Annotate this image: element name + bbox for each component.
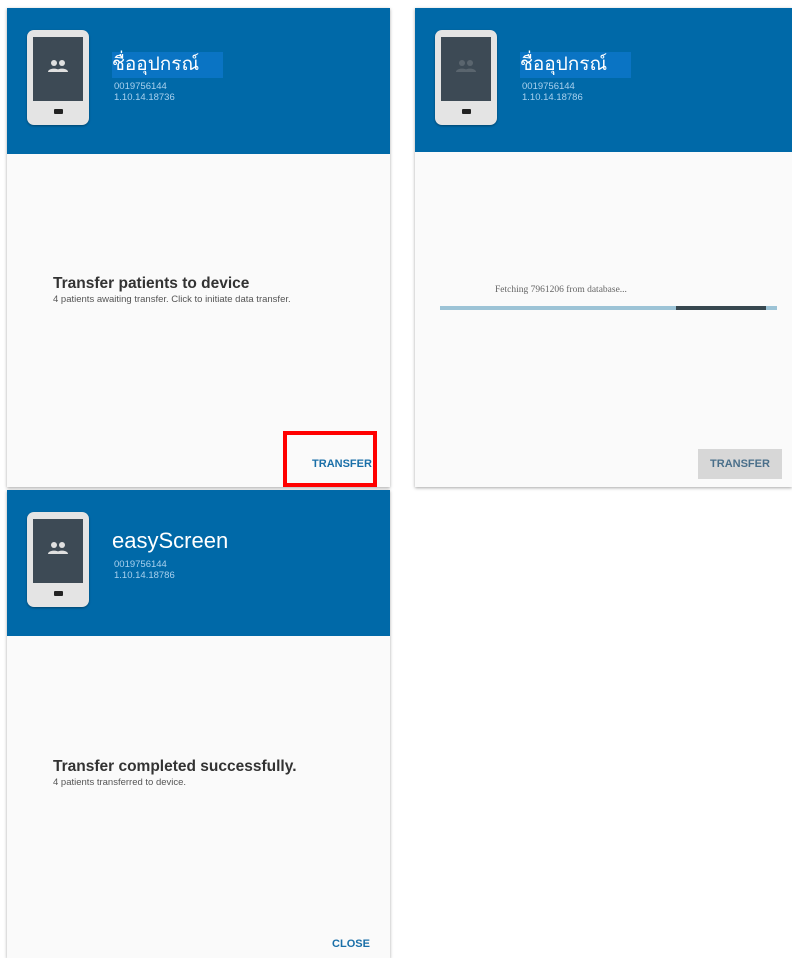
device-serial: 0019756144 xyxy=(114,559,167,570)
dialog-title: Transfer patients to device xyxy=(53,275,250,292)
device-serial: 0019756144 xyxy=(114,81,167,92)
progress-bar xyxy=(440,306,777,310)
dialog-header: ชื่ออุปกรณ์ 0019756144 1.10.14.18736 xyxy=(7,8,390,154)
device-version: 1.10.14.18786 xyxy=(114,570,175,581)
transfer-button-disabled[interactable]: TRANSFER xyxy=(698,449,782,479)
transfer-complete-dialog: easyScreen 0019756144 1.10.14.18786 Tran… xyxy=(7,490,390,958)
transfer-prompt-dialog: ชื่ออุปกรณ์ 0019756144 1.10.14.18736 Tra… xyxy=(7,8,390,487)
device-name: easyScreen xyxy=(112,528,229,553)
dialog-title: Transfer completed successfully. xyxy=(53,758,297,775)
fetch-status: Fetching 7961206 from database... xyxy=(495,285,627,295)
device-version: 1.10.14.18736 xyxy=(114,92,175,103)
transfer-progress-dialog: ชื่ออุปกรณ์ 0019756144 1.10.14.18786 Fet… xyxy=(415,8,792,487)
people-icon xyxy=(48,542,68,554)
dialog-header: easyScreen 0019756144 1.10.14.18786 xyxy=(7,490,390,636)
close-button[interactable]: CLOSE xyxy=(326,929,376,958)
dialog-header: ชื่ออุปกรณ์ 0019756144 1.10.14.18786 xyxy=(415,8,792,152)
dialog-subtitle: 4 patients transferred to device. xyxy=(53,777,187,788)
people-icon xyxy=(48,60,68,72)
device-icon xyxy=(27,512,89,607)
device-icon xyxy=(27,30,89,125)
device-version: 1.10.14.18786 xyxy=(522,92,583,103)
device-name: ชื่ออุปกรณ์ xyxy=(112,52,224,78)
people-icon xyxy=(456,60,476,72)
device-name: ชื่ออุปกรณ์ xyxy=(520,52,632,78)
highlight-box xyxy=(283,431,377,487)
device-icon xyxy=(435,30,497,125)
dialog-subtitle: 4 patients awaiting transfer. Click to i… xyxy=(53,294,291,305)
progress-fill xyxy=(676,306,766,310)
device-serial: 0019756144 xyxy=(522,81,575,92)
